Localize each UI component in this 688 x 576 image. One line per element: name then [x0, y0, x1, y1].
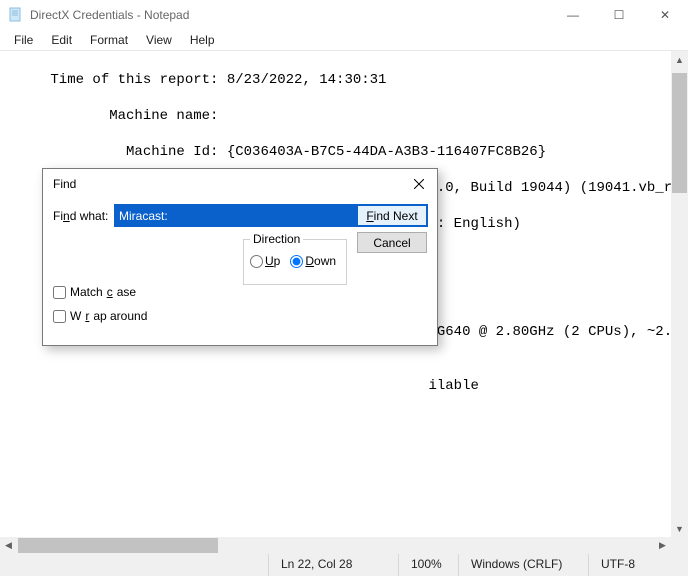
menu-view[interactable]: View [138, 31, 180, 49]
find-what-label: Find what: [53, 209, 109, 223]
scroll-thumb[interactable] [672, 73, 687, 193]
statusbar: Ln 22, Col 28 100% Windows (CRLF) UTF-8 [0, 554, 688, 576]
status-position: Ln 22, Col 28 [268, 554, 398, 576]
text-line: Machine name: [0, 107, 671, 125]
find-title: Find [53, 177, 405, 191]
horizontal-scrollbar[interactable]: ◀ ▶ [0, 537, 671, 554]
scroll-thumb[interactable] [18, 538, 218, 553]
menu-format[interactable]: Format [82, 31, 136, 49]
scroll-down-icon[interactable]: ▼ [671, 520, 688, 537]
vertical-scrollbar[interactable]: ▲ ▼ [671, 51, 688, 537]
find-dialog[interactable]: Find Find what: Find Next Cancel Directi… [42, 168, 438, 346]
text-line [0, 467, 671, 485]
menu-help[interactable]: Help [182, 31, 223, 49]
scrollbar-corner [671, 537, 688, 554]
find-close-button[interactable] [405, 174, 433, 194]
menu-file[interactable]: File [6, 31, 41, 49]
wrap-around-checkbox[interactable]: Wrap around [53, 309, 147, 323]
scroll-up-icon[interactable]: ▲ [671, 51, 688, 68]
direction-up-radio[interactable]: Up [250, 254, 280, 268]
status-eol: Windows (CRLF) [458, 554, 588, 576]
text-line: Machine Id: {C036403A-B7C5-44DA-A3B3-116… [0, 143, 671, 161]
status-encoding: UTF-8 [588, 554, 688, 576]
text-line: ilable [0, 377, 671, 395]
text-line [0, 431, 671, 449]
text-line: Time of this report: 8/23/2022, 14:30:31 [0, 71, 671, 89]
titlebar[interactable]: DirectX Credentials - Notepad — ☐ ✕ [0, 0, 688, 30]
maximize-button[interactable]: ☐ [596, 0, 642, 30]
match-case-checkbox[interactable]: Match case [53, 285, 147, 299]
menubar: File Edit Format View Help [0, 30, 688, 50]
close-icon [414, 179, 424, 189]
menu-edit[interactable]: Edit [43, 31, 80, 49]
direction-group: Direction Up Down [243, 239, 347, 285]
find-cancel-button[interactable]: Cancel [357, 232, 427, 253]
status-zoom: 100% [398, 554, 458, 576]
close-button[interactable]: ✕ [642, 0, 688, 30]
direction-label: Direction [250, 232, 303, 246]
window-title: DirectX Credentials - Notepad [30, 8, 550, 22]
notepad-icon [8, 7, 24, 23]
text-line [0, 503, 671, 521]
scroll-left-icon[interactable]: ◀ [0, 537, 17, 554]
direction-down-radio[interactable]: Down [290, 254, 336, 268]
scroll-right-icon[interactable]: ▶ [654, 537, 671, 554]
minimize-button[interactable]: — [550, 0, 596, 30]
find-next-button[interactable]: Find Next [357, 205, 427, 226]
find-titlebar[interactable]: Find [43, 169, 437, 199]
